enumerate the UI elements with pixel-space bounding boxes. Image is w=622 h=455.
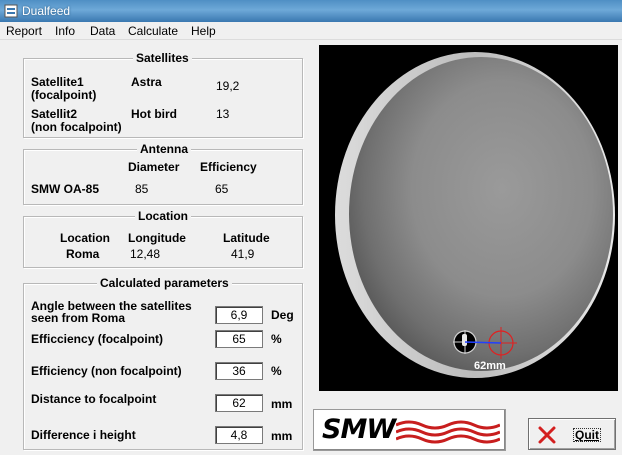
antenna-efficiency-header: Efficiency [200,160,257,174]
distance-label: Distance to focalpoint [31,392,157,406]
angle-sublabel: seen from Roma [31,311,126,325]
antenna-diameter-value: 85 [135,182,149,196]
satellites-title: Satellites [133,51,192,65]
distance-field[interactable]: 62 [215,394,263,412]
latitude-value: 41,9 [231,247,255,261]
satellite2-position: 13 [216,107,230,121]
title-bar: Dualfeed [0,0,622,22]
location-header: Location [60,231,110,245]
menu-help[interactable]: Help [191,24,216,38]
satellite2-sublabel: (non focalpoint) [31,120,122,134]
close-icon [538,426,556,444]
dish-image [335,52,615,378]
satellite1-position: 19,2 [216,79,240,93]
menu-info[interactable]: Info [55,24,75,38]
calculated-panel: Calculated parameters Angle between the … [23,276,303,450]
latitude-header: Latitude [223,231,270,245]
efficiency-nonfocal-label: Efficiency (non focalpoint) [31,364,182,378]
angle-unit: Deg [271,308,294,322]
satellites-panel: Satellites Satellite1 (focalpoint) Astra… [23,51,303,138]
logo-wave-icon [396,420,500,444]
location-title: Location [135,209,191,223]
satellite1-label: Satellite1 [31,75,84,89]
quit-button[interactable]: Quit [528,418,616,450]
height-label: Difference i height [31,428,136,442]
antenna-panel: Antenna Diameter Efficiency SMW OA-85 85… [23,142,303,205]
antenna-efficiency-value: 65 [215,182,229,196]
antenna-model: SMW OA-85 [31,182,100,196]
window-title: Dualfeed [22,4,71,18]
efficiency-nonfocal-unit: % [271,364,282,378]
satellite2-name: Hot bird [131,107,177,121]
angle-field[interactable]: 6,9 [215,306,263,324]
menu-data[interactable]: Data [90,24,115,38]
calculated-title: Calculated parameters [97,276,232,290]
satellite1-name: Astra [131,75,162,89]
longitude-value: 12,48 [130,247,161,261]
dish-view: 62mm [319,45,618,391]
satellite1-sublabel: (focalpoint) [31,88,97,102]
efficiency-focal-label: Efficciency (focalpoint) [31,332,164,346]
smw-logo: SMW [313,409,506,451]
distance-unit: mm [271,397,293,411]
height-unit: mm [271,429,293,443]
dish-surface [349,57,613,371]
height-field[interactable]: 4,8 [215,426,263,444]
antenna-diameter-header: Diameter [128,160,180,174]
antenna-title: Antenna [137,142,191,156]
dish-distance-label: 62mm [474,360,506,372]
satellite2-label: Satellit2 [31,107,78,121]
app-icon [4,4,18,18]
menu-calculate[interactable]: Calculate [128,24,178,38]
location-panel: Location Location Longitude Latitude Rom… [23,209,303,268]
efficiency-focal-field[interactable]: 65 [215,330,263,348]
logo-text: SMW [322,414,396,445]
efficiency-focal-unit: % [271,332,282,346]
efficiency-nonfocal-field[interactable]: 36 [215,362,263,380]
menu-report[interactable]: Report [6,24,42,38]
location-name: Roma [66,247,100,261]
quit-label: Quit [573,428,601,442]
longitude-header: Longitude [128,231,186,245]
menu-bar: Report Info Data Calculate Help [0,22,622,40]
